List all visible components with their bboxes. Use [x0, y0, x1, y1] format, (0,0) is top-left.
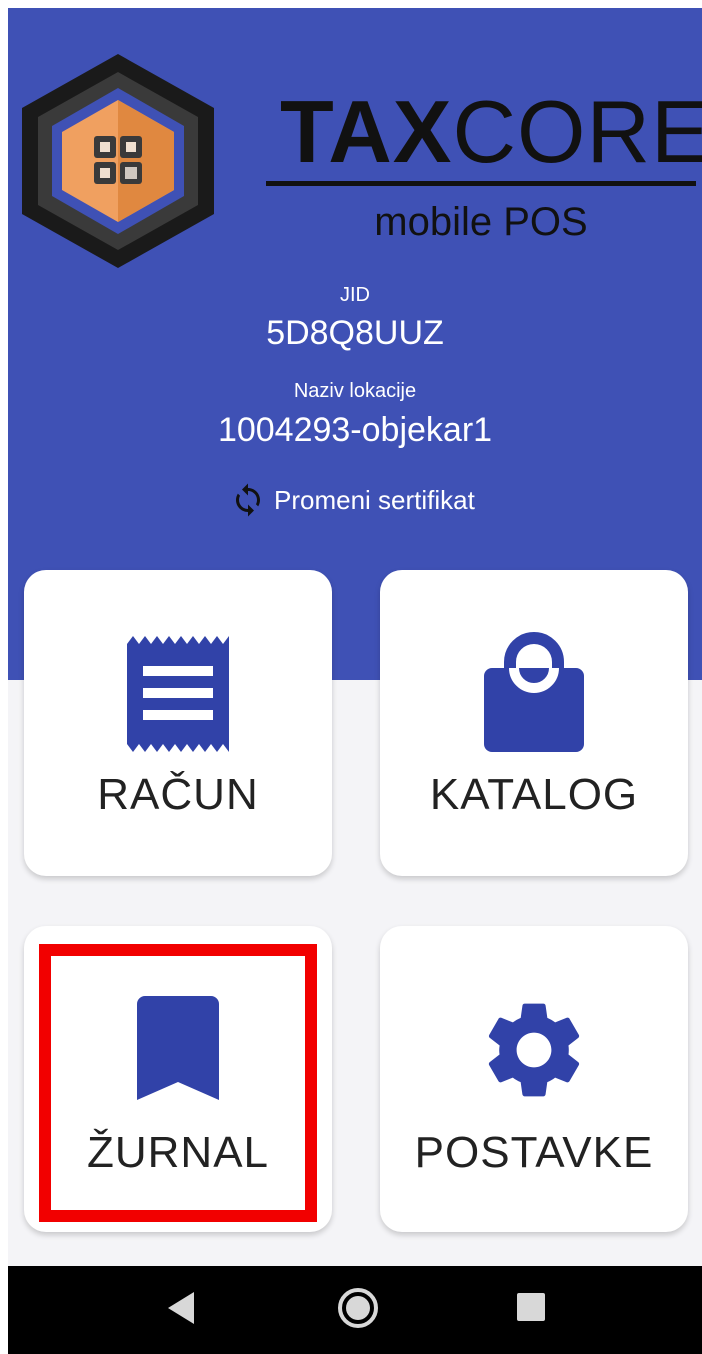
- jid-value: 5D8Q8UUZ: [266, 314, 444, 352]
- home-circle-icon[interactable]: [336, 1286, 380, 1330]
- brand-block: TAXCORE mobile POS: [266, 88, 702, 258]
- change-certificate-label: Promeni sertifikat: [274, 484, 475, 515]
- app-screen: TAXCORE mobile POS JID 5D8Q8UUZ Naziv lo…: [8, 8, 702, 1354]
- gear-icon: [488, 1003, 580, 1097]
- sync-icon: [236, 483, 260, 517]
- android-nav-bar: [8, 1266, 702, 1354]
- brand-divider: [266, 181, 696, 186]
- location-label: Naziv lokacije: [293, 380, 417, 402]
- tile-postavke[interactable]: POSTAVKE: [380, 926, 688, 1232]
- brand-title-bold: TAX: [280, 82, 453, 181]
- brand-subtitle: mobile POS: [374, 200, 588, 244]
- brand-title-light: CORE: [452, 82, 702, 181]
- back-triangle-icon[interactable]: [166, 1290, 198, 1326]
- recents-square-icon[interactable]: [516, 1292, 546, 1322]
- receipt-icon: [127, 636, 229, 752]
- jid-label: JID: [340, 284, 370, 306]
- tile-postavke-label: POSTAVKE: [414, 1128, 654, 1177]
- location-value: 1004293-objekar1: [217, 411, 493, 449]
- tile-katalog[interactable]: KATALOG: [380, 570, 688, 876]
- highlight-box: [39, 944, 317, 1222]
- change-certificate-button[interactable]: Promeni sertifikat: [230, 480, 475, 520]
- tile-racun-label: RAČUN: [97, 770, 259, 819]
- taxcore-logo: [22, 54, 214, 268]
- tile-katalog-label: KATALOG: [429, 770, 639, 819]
- shopping-bag-icon: [484, 632, 584, 752]
- tile-racun[interactable]: RAČUN: [24, 570, 332, 876]
- brand-title: TAXCORE: [280, 88, 702, 176]
